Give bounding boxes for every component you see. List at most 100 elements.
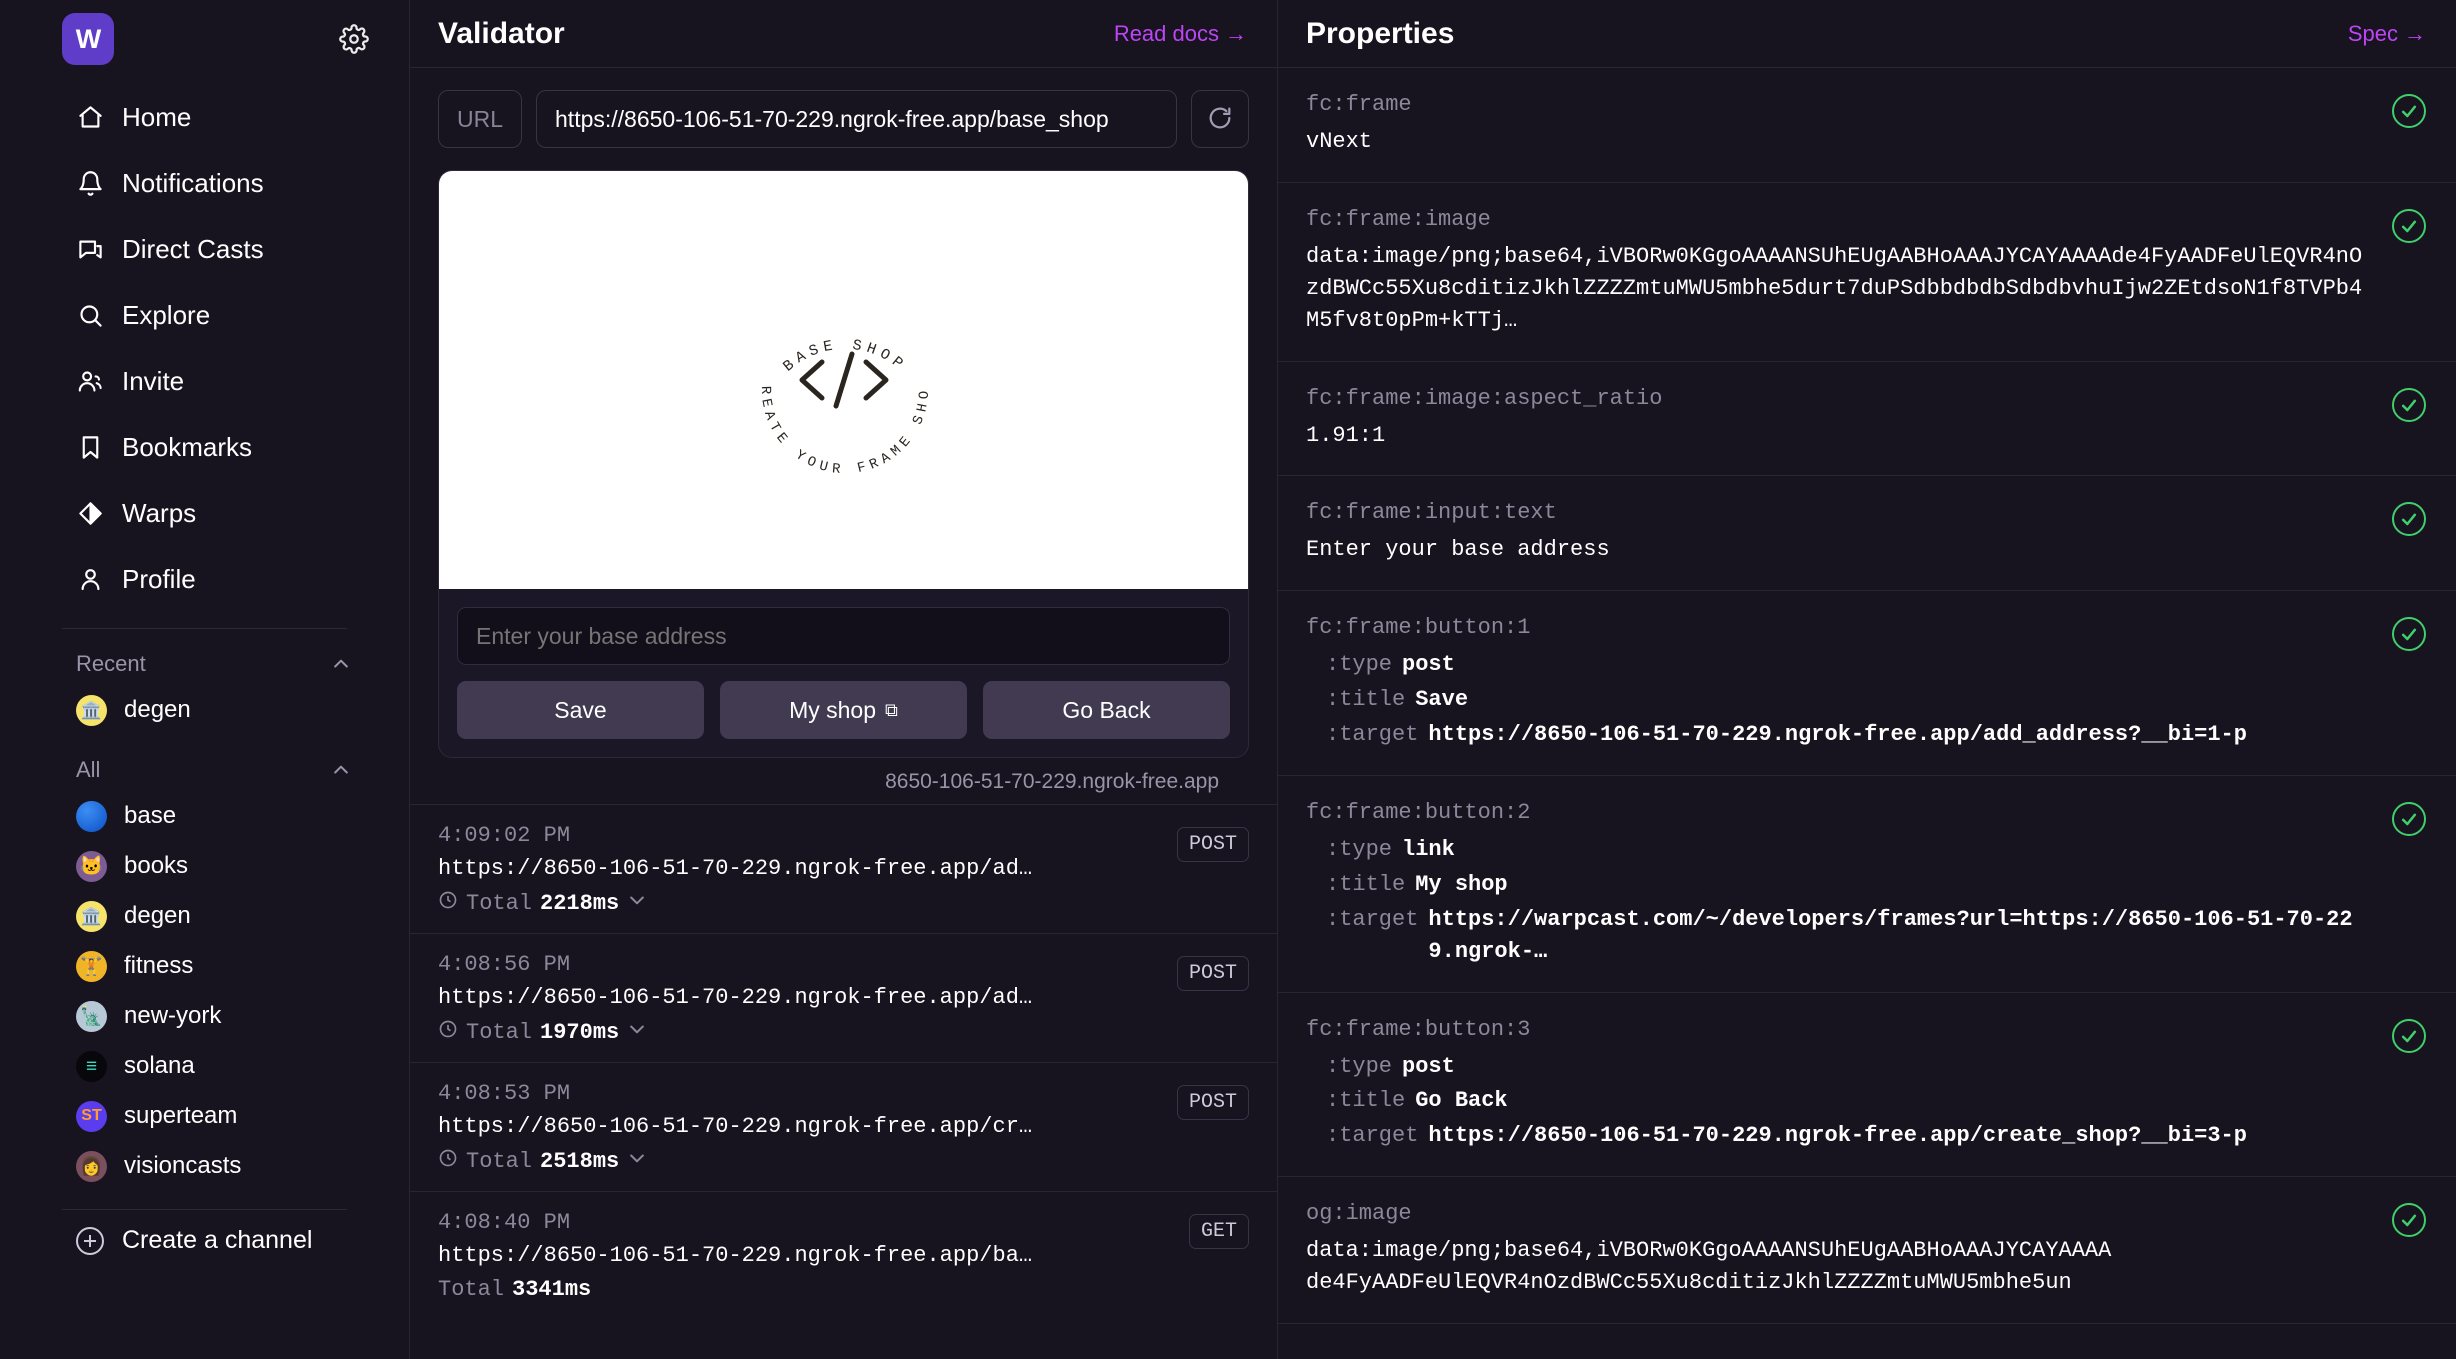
sidebar-item-label: Profile bbox=[122, 563, 196, 594]
read-docs-link[interactable]: Read docs → bbox=[1114, 21, 1247, 47]
frame-preview-card: BASE SHOP CREATE YOUR FRAME SHOP bbox=[438, 170, 1249, 758]
valid-check-icon bbox=[2392, 94, 2426, 128]
log-url: https://8650-106-51-70-229.ngrok-free.ap… bbox=[438, 1243, 1038, 1268]
property-subvalue: https://8650-106-51-70-229.ngrok-free.ap… bbox=[1428, 722, 2247, 748]
property-subkey: :title bbox=[1326, 1088, 1406, 1114]
frame-logo-art: BASE SHOP CREATE YOUR FRAME SHOP bbox=[644, 250, 928, 478]
chevron-up-icon bbox=[331, 654, 351, 674]
sidebar-item-warps[interactable]: Warps bbox=[0, 480, 409, 546]
channel-item-fitness[interactable]: 🏋️ fitness bbox=[0, 941, 409, 991]
channel-item-new-york[interactable]: 🗽 new-york bbox=[0, 991, 409, 1041]
search-icon bbox=[76, 301, 104, 329]
log-url: https://8650-106-51-70-229.ngrok-free.ap… bbox=[438, 856, 1038, 881]
home-icon bbox=[76, 103, 104, 131]
property-key: fc:frame:image:aspect_ratio bbox=[1306, 385, 1663, 411]
property-row: fc:frame:button:1 :type post :title Save… bbox=[1278, 591, 2456, 777]
chevron-down-icon[interactable] bbox=[627, 890, 647, 917]
channel-label: books bbox=[124, 852, 189, 879]
valid-check-icon bbox=[2392, 617, 2426, 652]
sidebar-item-label: Bookmarks bbox=[122, 431, 253, 462]
property-subvalue: post bbox=[1402, 1053, 1455, 1079]
refresh-button[interactable] bbox=[1191, 90, 1249, 148]
url-label: URL bbox=[438, 90, 523, 148]
spec-link[interactable]: Spec → bbox=[2348, 21, 2426, 47]
log-item[interactable]: 4:08:53 PM https://8650-106-51-70-229.ng… bbox=[410, 1062, 1277, 1191]
frame-domain: 8650-106-51-70-229.ngrok-free.app bbox=[885, 770, 1219, 793]
chat-icon bbox=[76, 235, 104, 263]
channel-item-solana[interactable]: ≡ solana bbox=[0, 1041, 409, 1091]
log-total[interactable]: Total 3341ms bbox=[438, 1277, 1249, 1302]
frame-buttons: Save My shop ⧉ Go Back bbox=[457, 681, 1230, 739]
property-value: data:image/png;base64,iVBORw0KGgoAAAANSU… bbox=[1306, 1238, 2112, 1296]
log-url: https://8650-106-51-70-229.ngrok-free.ap… bbox=[438, 1114, 1038, 1139]
channel-item-base[interactable]: base bbox=[0, 791, 409, 841]
bookmark-icon bbox=[76, 433, 104, 461]
log-total-value: 3341ms bbox=[512, 1277, 592, 1302]
chevron-down-icon[interactable] bbox=[627, 1148, 647, 1175]
channel-item-visioncasts[interactable]: 👩 visioncasts bbox=[0, 1141, 409, 1191]
recent-section-header[interactable]: Recent bbox=[0, 629, 409, 685]
sidebar-item-bookmarks[interactable]: Bookmarks bbox=[0, 414, 409, 480]
property-subkey: :type bbox=[1326, 837, 1393, 863]
frame-preview-wrap: BASE SHOP CREATE YOUR FRAME SHOP bbox=[410, 170, 1277, 794]
valid-check-icon bbox=[2392, 502, 2426, 537]
log-item[interactable]: 4:08:40 PM https://8650-106-51-70-229.ng… bbox=[410, 1191, 1277, 1318]
create-channel-button[interactable]: Create a channel bbox=[0, 1210, 409, 1271]
valid-check-icon bbox=[2392, 1018, 2426, 1053]
frame-button-go-back[interactable]: Go Back bbox=[983, 681, 1230, 739]
property-subvalue: post bbox=[1402, 652, 1455, 678]
property-row: fc:frame:input:text Enter your base addr… bbox=[1278, 476, 2456, 592]
channel-label: fitness bbox=[124, 952, 194, 979]
url-bar: URL bbox=[410, 68, 1277, 170]
sidebar-item-direct-casts[interactable]: Direct Casts bbox=[0, 216, 409, 282]
log-item[interactable]: 4:08:56 PM https://8650-106-51-70-229.ng… bbox=[410, 933, 1277, 1062]
property-key: fc:frame:image bbox=[1306, 206, 1491, 232]
channel-item-superteam[interactable]: ST superteam bbox=[0, 1091, 409, 1141]
frame-button-save[interactable]: Save bbox=[457, 681, 704, 739]
property-row: fc:frame:image data:image/png;base64,iVB… bbox=[1278, 183, 2456, 362]
warpcast-logo[interactable]: W bbox=[62, 13, 114, 65]
sidebar-top: W bbox=[0, 0, 409, 70]
valid-check-icon bbox=[2392, 208, 2426, 243]
log-total[interactable]: Total 2518ms bbox=[438, 1148, 1249, 1175]
avatar: ST bbox=[76, 1100, 107, 1132]
channel-item-degen[interactable]: 🏛️ degen bbox=[0, 891, 409, 941]
frame-button-my-shop[interactable]: My shop ⧉ bbox=[720, 681, 967, 739]
property-subkey: :type bbox=[1326, 652, 1393, 678]
property-subvalue: Go Back bbox=[1415, 1088, 1508, 1114]
frame-button-label: My shop bbox=[789, 696, 877, 723]
settings-gear-icon[interactable] bbox=[339, 24, 369, 54]
property-subvalue: Save bbox=[1415, 687, 1469, 713]
chevron-down-icon[interactable] bbox=[627, 1019, 647, 1046]
all-section-header[interactable]: All bbox=[0, 735, 409, 791]
sidebar-item-invite[interactable]: Invite bbox=[0, 348, 409, 414]
log-total-value: 2518ms bbox=[540, 1149, 620, 1174]
property-subvalue: https://warpcast.com/~/developers/frames… bbox=[1428, 906, 2353, 964]
users-icon bbox=[76, 367, 104, 395]
property-row: fc:frame:button:2 :type link :title My s… bbox=[1278, 776, 2456, 993]
frame-button-label: Save bbox=[554, 696, 607, 723]
sidebar-item-notifications[interactable]: Notifications bbox=[0, 150, 409, 216]
log-total-label: Total bbox=[466, 1149, 533, 1174]
sidebar-item-home[interactable]: Home bbox=[0, 84, 409, 150]
log-total[interactable]: Total 1970ms bbox=[438, 1019, 1249, 1046]
sidebar-item-explore[interactable]: Explore bbox=[0, 282, 409, 348]
property-key: fc:frame:input:text bbox=[1306, 500, 1557, 526]
property-subkey: :title bbox=[1326, 687, 1406, 713]
property-subrow: :target https://8650-106-51-70-229.ngrok… bbox=[1306, 1120, 2374, 1152]
sidebar-item-profile[interactable]: Profile bbox=[0, 546, 409, 612]
channel-label: degen bbox=[124, 696, 191, 723]
log-total[interactable]: Total 2218ms bbox=[438, 890, 1249, 917]
frame-text-input[interactable] bbox=[457, 607, 1230, 665]
log-timestamp: 4:09:02 PM bbox=[438, 823, 571, 848]
valid-check-icon bbox=[2392, 802, 2426, 837]
channel-item-degen-recent[interactable]: 🏛️ degen bbox=[0, 685, 409, 735]
property-value: 1.91:1 bbox=[1306, 422, 1386, 448]
url-input[interactable] bbox=[536, 90, 1177, 148]
property-row: fc:frame vNext bbox=[1278, 68, 2456, 183]
avatar: 🐱 bbox=[76, 850, 107, 882]
property-value: Enter your base address bbox=[1306, 537, 1610, 563]
bell-icon bbox=[76, 169, 104, 197]
log-item[interactable]: 4:09:02 PM https://8650-106-51-70-229.ng… bbox=[410, 804, 1277, 933]
channel-item-books[interactable]: 🐱 books bbox=[0, 841, 409, 891]
